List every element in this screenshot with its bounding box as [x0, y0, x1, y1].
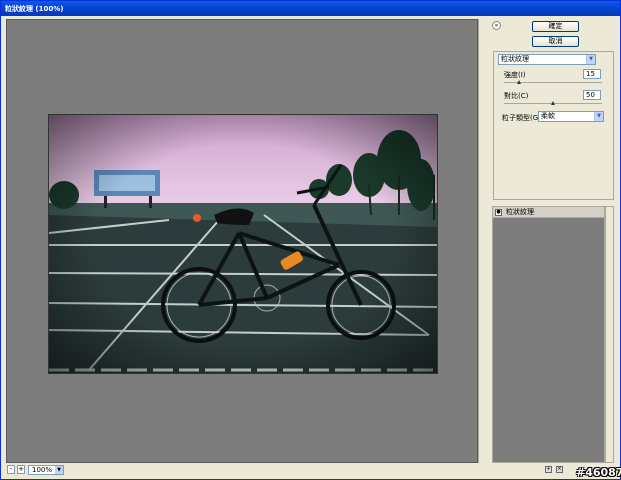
- filter-name: 粒狀紋理: [501, 55, 529, 63]
- preview-photo: [48, 114, 438, 374]
- zoom-select[interactable]: 100% ▼: [28, 465, 64, 475]
- preview-canvas[interactable]: [6, 19, 478, 463]
- title-bar: 粒狀紋理 (100%): [1, 1, 620, 16]
- bicycle-photo-image: [49, 115, 437, 373]
- chevron-down-icon: ▼: [55, 466, 63, 474]
- ok-button[interactable]: 確定: [532, 21, 579, 32]
- grain-type-value: 柔軟: [541, 112, 555, 120]
- list-item[interactable]: ● 粒狀紋理: [493, 207, 604, 218]
- zoom-value: 100%: [32, 466, 53, 474]
- chevron-down-icon: ▼: [594, 112, 603, 121]
- layer-name: 粒狀紋理: [506, 208, 534, 216]
- effect-layers-list: ● 粒狀紋理: [492, 206, 605, 463]
- intensity-input[interactable]: 15: [583, 69, 601, 79]
- layers-scrollbar[interactable]: [605, 206, 614, 463]
- canvas-scrollbar[interactable]: [478, 19, 486, 463]
- filter-gallery-window: 粒狀紋理 (100%) - + 100% ▼ » 確定 取消 粒狀紋理 ▼ 強度…: [0, 0, 621, 480]
- contrast-input[interactable]: 50: [583, 90, 601, 100]
- intensity-slider-thumb[interactable]: [516, 80, 521, 84]
- delete-layer-icon[interactable]: ×: [556, 466, 563, 473]
- watermark-text: #46087: [576, 466, 621, 479]
- filter-select[interactable]: 粒狀紋理 ▼: [498, 54, 596, 65]
- contrast-label: 對比(C): [504, 92, 529, 100]
- zoom-in-button[interactable]: +: [17, 465, 25, 474]
- collapse-panel-button[interactable]: »: [492, 21, 501, 30]
- intensity-label: 強度(I): [504, 71, 526, 79]
- chevron-down-icon: ▼: [586, 55, 595, 64]
- cancel-button[interactable]: 取消: [532, 36, 579, 47]
- new-layer-icon[interactable]: +: [545, 466, 552, 473]
- eye-icon[interactable]: ●: [495, 209, 502, 216]
- grain-type-select[interactable]: 柔軟 ▼: [538, 111, 604, 122]
- bottom-bar: - + 100% ▼: [6, 464, 478, 476]
- contrast-slider-thumb[interactable]: [551, 101, 555, 105]
- zoom-out-button[interactable]: -: [7, 465, 15, 474]
